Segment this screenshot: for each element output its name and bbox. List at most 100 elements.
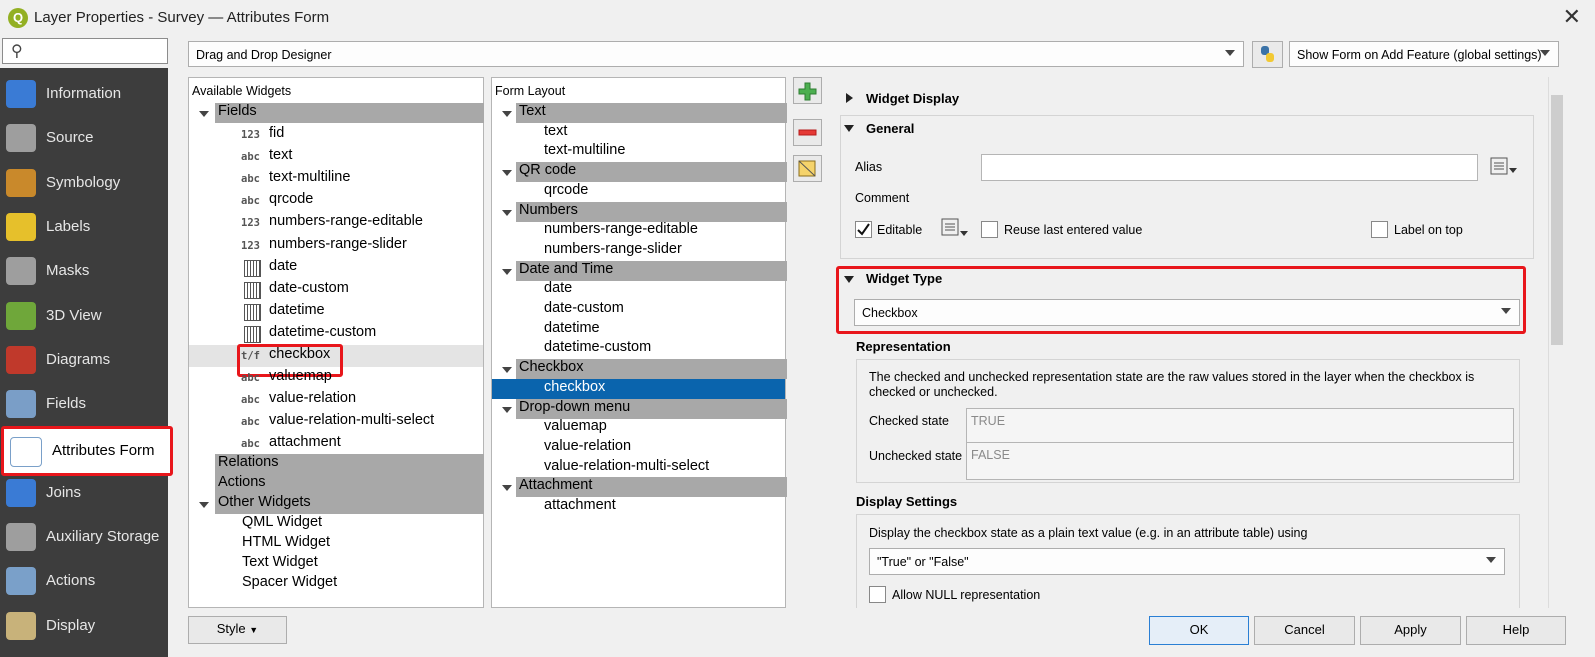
general-header[interactable]: General (866, 121, 914, 136)
designer-mode-select[interactable]: Drag and Drop Designer (188, 41, 1244, 67)
layout-item[interactable]: numbers-range-slider (544, 241, 682, 261)
expanded-arrow-icon[interactable] (199, 111, 209, 117)
expanded-arrow-icon[interactable] (844, 125, 854, 132)
sidebar-item-diagrams[interactable]: Diagrams (0, 338, 168, 382)
widget-type-select[interactable]: Checkbox (854, 299, 1520, 326)
field-item[interactable]: numbers-range-editable (269, 213, 423, 233)
layout-group[interactable]: Date and Time (516, 260, 787, 281)
field-item[interactable]: text-multiline (269, 169, 350, 189)
field-item[interactable]: fid (269, 125, 284, 145)
apply-button[interactable]: Apply (1360, 616, 1461, 645)
style-button[interactable]: Style ▼ (188, 616, 287, 644)
sidebar-item-display[interactable]: Display (0, 604, 168, 648)
search-input[interactable]: ⚲ (2, 38, 168, 64)
layout-group[interactable]: QR code (516, 162, 787, 183)
other-widget-item[interactable]: Spacer Widget (242, 574, 337, 594)
sidebar-item-information[interactable]: Information (0, 72, 168, 116)
layout-group[interactable]: Checkbox (516, 359, 787, 380)
field-item[interactable]: value-relation-multi-select (269, 412, 434, 432)
collapsed-arrow-icon[interactable] (846, 93, 853, 103)
layout-item[interactable]: datetime (544, 320, 600, 340)
sidebar-item-attributes-form[interactable]: Attributes Form (1, 426, 173, 477)
editable-checkbox[interactable] (855, 221, 872, 238)
layout-group[interactable]: Numbers (516, 201, 787, 222)
other-widget-item[interactable]: QML Widget (242, 514, 322, 534)
layout-group[interactable]: Text (516, 103, 787, 123)
expanded-arrow-icon[interactable] (502, 268, 512, 275)
sidebar-item-3d-view[interactable]: 3D View (0, 294, 168, 338)
field-item[interactable]: qrcode (269, 191, 313, 211)
layout-item[interactable]: text (544, 123, 567, 143)
sidebar-item-labels[interactable]: Labels (0, 205, 168, 249)
field-item[interactable]: text (269, 147, 292, 167)
show-form-select[interactable]: Show Form on Add Feature (global setting… (1289, 41, 1559, 67)
expression-menu-icon[interactable] (1488, 155, 1518, 177)
expanded-arrow-icon[interactable] (502, 485, 512, 492)
scrollbar[interactable] (1548, 77, 1565, 608)
sidebar-item-symbology[interactable]: Symbology (0, 161, 168, 205)
field-item[interactable]: numbers-range-slider (269, 236, 407, 256)
layout-item[interactable]: valuemap (544, 418, 607, 438)
python-init-button[interactable] (1252, 41, 1283, 68)
checked-state-input[interactable]: TRUE (966, 408, 1514, 446)
layout-item[interactable]: date-custom (544, 300, 624, 320)
sidebar-item-masks[interactable]: Masks (0, 249, 168, 293)
fields-group[interactable]: Fields (215, 103, 484, 123)
expanded-arrow-icon[interactable] (199, 502, 209, 508)
chevron-down-icon (1501, 308, 1511, 314)
information-icon (6, 80, 36, 108)
expanded-arrow-icon[interactable] (502, 170, 512, 177)
layout-item[interactable]: value-relation (544, 438, 631, 458)
actions-group[interactable]: Actions (215, 474, 484, 494)
expanded-arrow-icon[interactable] (502, 406, 512, 413)
layout-group[interactable]: Attachment (516, 477, 787, 498)
sidebar-item-joins[interactable]: Joins (0, 471, 168, 515)
allow-null-checkbox[interactable] (869, 586, 886, 603)
sidebar-item-actions[interactable]: Actions (0, 559, 168, 603)
close-icon[interactable]: ✕ (1563, 4, 1581, 30)
reuse-value-checkbox[interactable] (981, 221, 998, 238)
field-item[interactable]: date (269, 258, 297, 278)
layout-item[interactable]: value-relation-multi-select (544, 458, 709, 478)
relations-group[interactable]: Relations (215, 454, 484, 474)
expanded-arrow-icon[interactable] (502, 209, 512, 216)
help-button[interactable]: Help (1466, 616, 1566, 645)
sidebar-item-auxiliary-storage[interactable]: Auxiliary Storage (0, 515, 168, 559)
field-item[interactable]: attachment (269, 434, 341, 454)
invert-selection-button[interactable] (793, 155, 822, 182)
ok-button[interactable]: OK (1149, 616, 1249, 645)
layout-item[interactable]: text-multiline (544, 142, 625, 162)
expanded-arrow-icon[interactable] (844, 276, 854, 283)
editable-expression-icon[interactable] (939, 216, 971, 240)
field-item[interactable]: checkbox (269, 346, 330, 366)
layout-item[interactable]: datetime-custom (544, 339, 651, 359)
add-container-button[interactable] (793, 77, 822, 104)
display-value-select[interactable]: "True" or "False" (869, 548, 1505, 575)
alias-input[interactable] (981, 154, 1478, 181)
other-widget-item[interactable]: HTML Widget (242, 534, 330, 554)
field-item[interactable]: datetime (269, 302, 325, 322)
label-on-top-checkbox[interactable] (1371, 221, 1388, 238)
unchecked-state-input[interactable]: FALSE (966, 442, 1514, 480)
widget-type-header[interactable]: Widget Type (866, 271, 942, 286)
sidebar-item-fields[interactable]: Fields (0, 382, 168, 426)
field-item[interactable]: date-custom (269, 280, 349, 300)
sidebar-item-source[interactable]: Source (0, 116, 168, 160)
cancel-button[interactable]: Cancel (1254, 616, 1355, 645)
layout-item[interactable]: date (544, 280, 572, 300)
widget-display-header[interactable]: Widget Display (866, 91, 959, 106)
layout-group[interactable]: Drop-down menu (516, 398, 787, 419)
layout-item[interactable]: numbers-range-editable (544, 221, 698, 241)
field-item[interactable]: value-relation (269, 390, 356, 410)
expanded-arrow-icon[interactable] (502, 111, 512, 117)
remove-button[interactable] (793, 119, 822, 146)
expanded-arrow-icon[interactable] (502, 367, 512, 374)
layout-item[interactable]: attachment (544, 497, 616, 517)
other-widget-item[interactable]: Text Widget (242, 554, 318, 574)
other-widgets-group[interactable]: Other Widgets (215, 494, 484, 514)
layout-item[interactable]: qrcode (544, 182, 588, 202)
scrollbar-thumb[interactable] (1551, 95, 1563, 345)
layout-item[interactable]: checkbox (544, 379, 605, 399)
field-item[interactable]: datetime-custom (269, 324, 376, 344)
field-item[interactable]: valuemap (269, 368, 332, 388)
